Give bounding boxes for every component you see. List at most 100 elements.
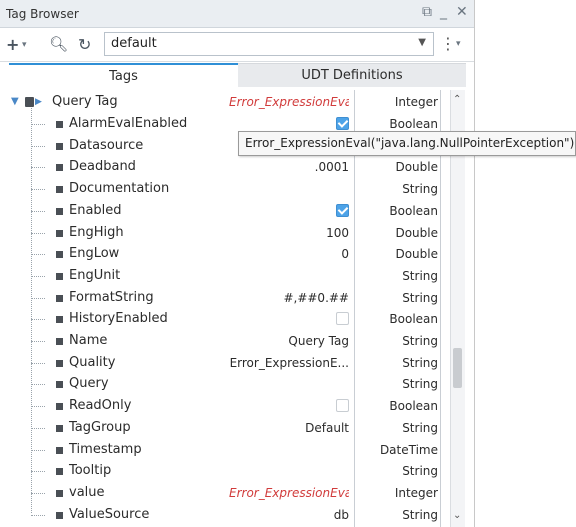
property-checkbox[interactable] — [336, 399, 349, 413]
tree-line — [31, 384, 45, 386]
property-name: ValueSource — [69, 506, 150, 522]
property-checkbox[interactable] — [336, 117, 349, 130]
property-name: Enabled — [69, 202, 122, 218]
property-type: DateTime — [379, 442, 438, 457]
scroll-thumb[interactable] — [453, 348, 462, 388]
table-row[interactable]: Tooltip String — [9, 460, 450, 482]
table-row[interactable]: Deadband .0001 Double — [9, 156, 450, 178]
tree-line — [31, 145, 45, 147]
tag-property-icon — [56, 359, 63, 367]
tag-browser-panel: Tag Browser ⧉ _ ✕ + ▾ 🔍︎ ↻ default ▼ ⋮ ▾… — [0, 0, 475, 527]
tooltip: Error_ExpressionEval("java.lang.NullPoin… — [238, 131, 576, 156]
kebab-icon[interactable]: ⋮ — [440, 34, 456, 53]
table-row[interactable]: FormatString #,##0.## String — [9, 287, 450, 309]
property-checkbox[interactable] — [336, 203, 349, 217]
table-row[interactable]: Query String — [9, 373, 450, 395]
tag-property-icon — [56, 316, 63, 324]
tag-property-icon — [56, 294, 63, 302]
table-row[interactable]: Name Query Tag String — [9, 330, 450, 352]
tab-tags[interactable]: Tags — [9, 63, 238, 87]
tree-line — [31, 514, 45, 516]
property-type: Boolean — [389, 399, 438, 414]
property-name: Timestamp — [69, 441, 142, 457]
property-type: Double — [395, 225, 438, 240]
tree-line — [31, 319, 45, 321]
tag-value: Error_ExpressionEval — [229, 95, 349, 109]
provider-select[interactable]: default ▼ — [104, 32, 434, 56]
search-icon[interactable]: 🔍︎ — [49, 35, 68, 53]
window-title: Tag Browser — [6, 7, 79, 21]
property-name: FormatString — [69, 289, 154, 305]
tree-line — [31, 362, 45, 364]
close-icon[interactable]: ✕ — [456, 4, 468, 20]
property-name: TagGroup — [69, 419, 131, 435]
property-type: Double — [395, 160, 438, 175]
tree-line — [31, 471, 45, 473]
property-type: String — [402, 290, 438, 305]
tree-line — [31, 492, 45, 494]
property-value[interactable]: db — [229, 504, 349, 526]
tree-line — [31, 275, 45, 277]
udt-arrow-icon: ▶ — [35, 97, 42, 107]
property-value[interactable]: #,##0.## — [229, 287, 349, 309]
tree-line — [31, 449, 45, 451]
table-row[interactable]: ValueSource db String — [9, 504, 450, 526]
tag-property-icon — [56, 272, 63, 280]
table-row[interactable]: EngUnit String — [9, 265, 450, 287]
property-name: EngHigh — [69, 224, 124, 240]
minimize-icon[interactable]: _ — [440, 4, 447, 20]
tab-udt-definitions[interactable]: UDT Definitions — [238, 63, 466, 87]
plus-icon[interactable]: + — [6, 35, 19, 54]
property-checkbox[interactable] — [336, 312, 349, 326]
property-value[interactable]: Default — [229, 417, 349, 439]
property-type: String — [402, 507, 438, 522]
restore-icon[interactable]: ⧉ — [422, 4, 432, 20]
table-row[interactable]: Documentation String — [9, 178, 450, 200]
property-value[interactable]: Query Tag — [229, 330, 349, 352]
tree-line — [31, 341, 45, 342]
tag-property-icon — [56, 511, 63, 519]
table-row[interactable]: Enabled Boolean — [9, 200, 450, 222]
table-row[interactable]: TagGroup Default String — [9, 417, 450, 439]
property-type: String — [402, 420, 438, 435]
chevron-down-icon[interactable]: ⌄ — [453, 510, 461, 521]
expand-arrow-icon[interactable]: ▼ — [11, 96, 19, 107]
refresh-icon[interactable]: ↻ — [78, 35, 91, 54]
property-name: Name — [69, 333, 108, 348]
property-name: EngLow — [69, 246, 120, 262]
property-value[interactable]: Error_ExpressionEval — [229, 482, 349, 504]
table-row[interactable]: ▼ ▶ Query Tag Error_ExpressionEval Integ… — [9, 91, 450, 113]
provider-value: default — [111, 36, 157, 51]
table-row[interactable]: ReadOnly Boolean — [9, 395, 450, 417]
table-row[interactable]: EngHigh 100 Double — [9, 222, 450, 244]
chevron-down-icon[interactable]: ▾ — [22, 40, 27, 50]
property-value[interactable]: Error_ExpressionE... — [229, 352, 349, 374]
property-type: Boolean — [389, 203, 438, 218]
property-type: String — [402, 464, 438, 479]
chevron-down-icon: ▼ — [418, 37, 426, 48]
property-value[interactable]: .0001 — [229, 156, 349, 178]
table-row[interactable]: Quality Error_ExpressionE... String — [9, 352, 450, 374]
tree-line — [31, 124, 45, 125]
table-row[interactable]: EngLow 0 Double — [9, 243, 450, 265]
chevron-down-icon[interactable]: ▾ — [456, 39, 461, 49]
property-name: Query — [69, 376, 109, 392]
tree-line — [31, 297, 45, 299]
property-type: String — [402, 182, 438, 197]
property-value[interactable]: 0 — [229, 243, 349, 265]
property-name: EngUnit — [69, 267, 121, 283]
table-row[interactable]: value Error_ExpressionEval Integer — [9, 482, 450, 504]
property-name: Datasource — [69, 137, 144, 153]
tag-property-icon — [56, 338, 63, 345]
property-value[interactable]: 100 — [229, 222, 349, 244]
property-name: value — [69, 484, 105, 500]
property-name: Documentation — [69, 181, 170, 197]
table-row[interactable]: HistoryEnabled Boolean — [9, 308, 450, 330]
tag-property-icon — [56, 468, 63, 476]
table-row[interactable]: Timestamp DateTime — [9, 439, 450, 461]
chevron-up-icon[interactable]: ⌃ — [453, 94, 461, 105]
tree-line — [31, 232, 45, 234]
tree-line — [31, 254, 45, 256]
tree-line — [31, 210, 45, 212]
property-type: Double — [395, 247, 438, 262]
